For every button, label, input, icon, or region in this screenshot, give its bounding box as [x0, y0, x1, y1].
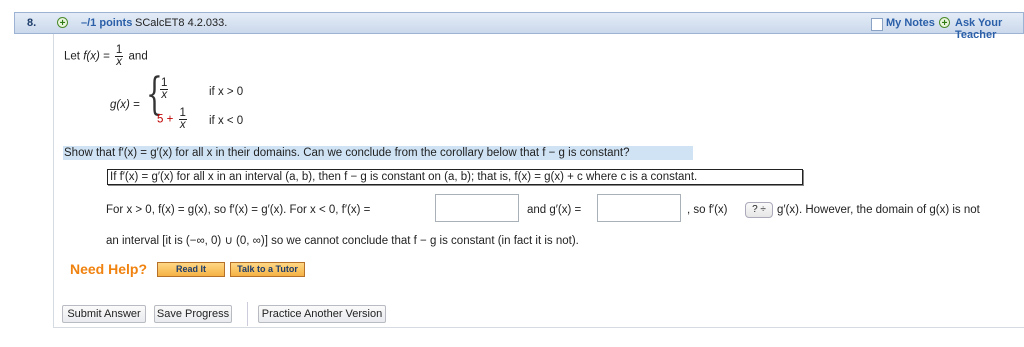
case1-expression: 1 x [158, 77, 170, 101]
answer-line-2: an interval [it is (−∞, 0) ∪ (0, ∞)] so … [106, 235, 579, 247]
g-lhs: g(x) = [110, 99, 140, 111]
need-help-title: Need Help? [70, 261, 148, 277]
f-frac-den: x [116, 56, 122, 68]
question-source: SCalcET8 4.2.033. [135, 17, 228, 29]
notes-icon[interactable] [871, 18, 883, 31]
expand-plus-icon[interactable]: + [57, 17, 68, 29]
case2-expression: 5 + 1 x [157, 107, 189, 131]
case2-fraction: 1 x [178, 107, 187, 131]
practice-another-version-button[interactable]: Practice Another Version [258, 305, 386, 323]
submit-answer-button[interactable]: Submit Answer [62, 305, 146, 323]
case1-den: x [161, 89, 168, 101]
case1-condition: if x > 0 [209, 86, 244, 98]
g-prime-input[interactable] [597, 194, 681, 222]
answer-line-part3: , so f′(x) [687, 204, 728, 216]
button-separator [247, 302, 248, 326]
case1-fraction: 1 x [160, 77, 169, 101]
ask-teacher-plus-icon[interactable]: + [939, 17, 950, 29]
answer-line-part4: g′(x). However, the domain of g(x) is no… [777, 204, 980, 216]
show-that-text: Show that f′(x) = g′(x) for all x in the… [64, 147, 630, 159]
and-word: and [128, 50, 148, 63]
relation-select[interactable]: ? ÷ [745, 202, 773, 218]
let-word: Let [64, 50, 80, 63]
question-header: 8. + –/1 points SCalcET8 4.2.033. My Not… [14, 12, 1024, 41]
case2-prefix: 5 + [157, 113, 174, 126]
case2-den: x [179, 119, 186, 131]
read-it-button[interactable]: Read It [157, 262, 225, 277]
f-prime-input[interactable] [435, 194, 519, 222]
points-link[interactable]: –/1 points [81, 17, 132, 29]
f-lhs: f(x) = [83, 50, 110, 63]
answer-line-part1: For x > 0, f(x) = g(x), so f′(x) = g′(x)… [106, 204, 371, 216]
question-number: 8. [27, 17, 37, 29]
corollary-text: If f′(x) = g′(x) for all x in an interva… [110, 171, 698, 183]
answer-line-part2: and g′(x) = [527, 204, 582, 216]
case2-condition: if x < 0 [209, 115, 244, 127]
my-notes-link[interactable]: My Notes [886, 17, 935, 29]
f-definition: Let f(x) = 1 x and [64, 44, 148, 68]
talk-to-tutor-button[interactable]: Talk to a Tutor [230, 262, 305, 277]
save-progress-button[interactable]: Save Progress [154, 305, 232, 323]
f-fraction: 1 x [114, 44, 124, 68]
